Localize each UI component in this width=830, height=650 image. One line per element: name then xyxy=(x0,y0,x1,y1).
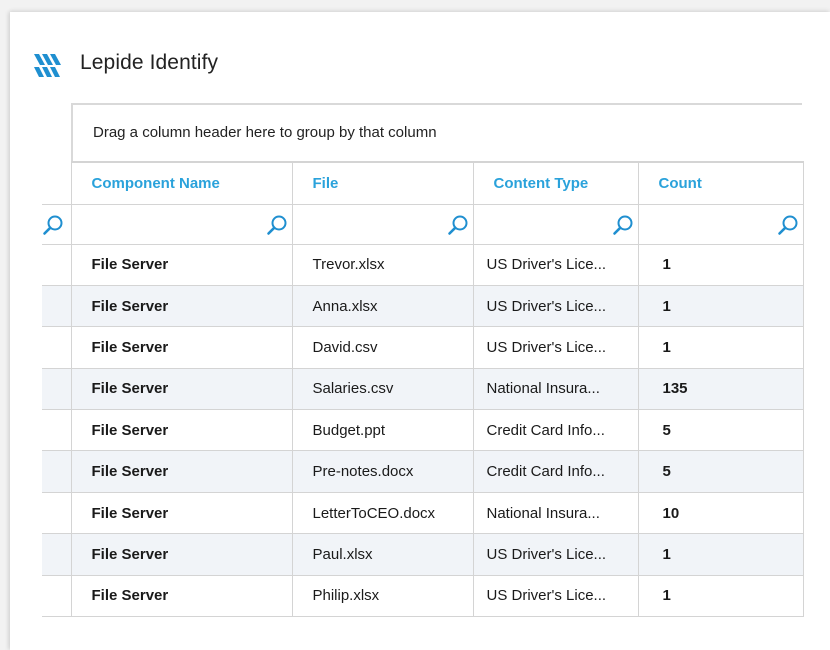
table-row[interactable]: File Server LetterToCEO.docx National In… xyxy=(42,491,804,535)
app-header: Lepide Identify xyxy=(32,46,218,80)
cell-count: 5 xyxy=(637,450,804,493)
cell-file: Paul.xlsx xyxy=(291,533,474,576)
search-icon[interactable] xyxy=(266,214,288,236)
cell-file: LetterToCEO.docx xyxy=(291,491,474,535)
cell-file: David.csv xyxy=(291,326,474,369)
row-indicator-header xyxy=(42,162,72,205)
cell-content-type: US Driver's Lice... xyxy=(472,326,639,369)
cell-content-type: US Driver's Lice... xyxy=(472,284,639,328)
cell-component-name: File Server xyxy=(70,574,293,618)
cell-content-type: US Driver's Lice... xyxy=(472,574,639,618)
cell-count: 1 xyxy=(637,533,804,576)
row-indicator xyxy=(42,284,72,328)
cell-count: 1 xyxy=(637,243,804,286)
row-indicator xyxy=(42,326,72,369)
cell-component-name: File Server xyxy=(70,367,293,411)
search-icon[interactable] xyxy=(777,214,799,236)
row-indicator xyxy=(42,450,72,493)
filter-cell-component-name[interactable] xyxy=(70,203,293,245)
results-table: Component Name File Content Type Count F… xyxy=(42,161,804,618)
cell-count: 1 xyxy=(637,326,804,369)
column-header-content-type[interactable]: Content Type xyxy=(472,161,639,205)
cell-content-type: US Driver's Lice... xyxy=(472,533,639,576)
cell-count: 1 xyxy=(637,284,804,328)
row-indicator xyxy=(42,243,72,286)
cell-file: Anna.xlsx xyxy=(291,284,474,328)
column-header-count[interactable]: Count xyxy=(637,161,804,205)
cell-component-name: File Server xyxy=(70,450,293,493)
table-row[interactable]: File Server Paul.xlsx US Driver's Lice..… xyxy=(42,533,804,576)
header-row: Component Name File Content Type Count xyxy=(42,161,804,205)
cell-content-type: National Insura... xyxy=(472,367,639,411)
table-row[interactable]: File Server Pre-notes.docx Credit Card I… xyxy=(42,450,804,493)
cell-content-type: US Driver's Lice... xyxy=(472,243,639,286)
lepide-logo-icon xyxy=(34,54,61,77)
row-indicator xyxy=(42,409,72,452)
row-indicator xyxy=(42,533,72,576)
cell-file: Trevor.xlsx xyxy=(291,243,474,286)
cell-file: Budget.ppt xyxy=(291,409,474,452)
cell-file: Philip.xlsx xyxy=(291,574,474,618)
cell-component-name: File Server xyxy=(70,409,293,452)
row-indicator xyxy=(42,574,72,618)
filter-cell-content-type[interactable] xyxy=(472,203,639,245)
table-row[interactable]: File Server Philip.xlsx US Driver's Lice… xyxy=(42,574,804,618)
search-icon[interactable] xyxy=(447,214,469,236)
search-icon[interactable] xyxy=(612,214,634,236)
group-by-hint: Drag a column header here to group by th… xyxy=(93,124,437,141)
group-by-drop-zone[interactable]: Drag a column header here to group by th… xyxy=(71,103,802,161)
cell-count: 1 xyxy=(637,574,804,618)
cell-file: Pre-notes.docx xyxy=(291,450,474,493)
row-indicator xyxy=(42,367,72,411)
filter-cell-file[interactable] xyxy=(291,203,474,245)
filter-row xyxy=(42,203,804,245)
cell-component-name: File Server xyxy=(70,284,293,328)
filter-cell-count[interactable] xyxy=(637,203,804,245)
cell-component-name: File Server xyxy=(70,533,293,576)
cell-count: 5 xyxy=(637,409,804,452)
row-indicator xyxy=(42,491,72,535)
page: Lepide Identify Drag a column header her… xyxy=(0,0,830,650)
cell-component-name: File Server xyxy=(70,243,293,286)
table-row[interactable]: File Server Budget.ppt Credit Card Info.… xyxy=(42,409,804,452)
column-header-component-name[interactable]: Component Name xyxy=(70,161,293,205)
cell-count: 135 xyxy=(637,367,804,411)
cell-count: 10 xyxy=(637,491,804,535)
cell-content-type: National Insura... xyxy=(472,491,639,535)
cell-content-type: Credit Card Info... xyxy=(472,409,639,452)
column-header-file[interactable]: File xyxy=(291,161,474,205)
cell-component-name: File Server xyxy=(70,326,293,369)
table-row[interactable]: File Server David.csv US Driver's Lice..… xyxy=(42,326,804,369)
cell-file: Salaries.csv xyxy=(291,367,474,411)
table-row[interactable]: File Server Salaries.csv National Insura… xyxy=(42,367,804,411)
cell-component-name: File Server xyxy=(70,491,293,535)
cell-content-type: Credit Card Info... xyxy=(472,450,639,493)
table-row[interactable]: File Server Trevor.xlsx US Driver's Lice… xyxy=(42,243,804,286)
table-row[interactable]: File Server Anna.xlsx US Driver's Lice..… xyxy=(42,284,804,328)
filter-cell-indicator xyxy=(42,203,72,245)
search-icon[interactable] xyxy=(42,214,64,236)
app-title: Lepide Identify xyxy=(80,51,219,74)
